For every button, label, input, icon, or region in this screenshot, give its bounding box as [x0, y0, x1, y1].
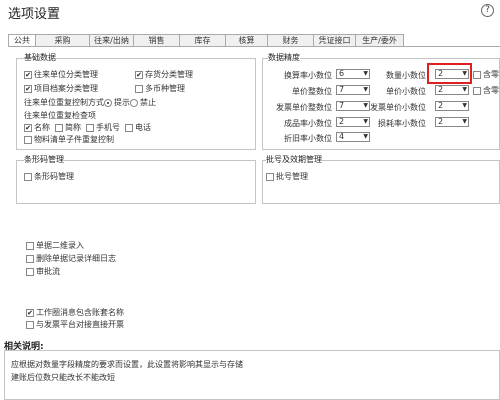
batch-title: 批号及效期管理	[266, 154, 322, 165]
barcode-title: 条形码管理	[24, 154, 64, 165]
checkbox-mobile[interactable]	[86, 124, 94, 132]
checkbox[interactable]	[135, 85, 143, 93]
checkbox[interactable]	[473, 71, 481, 79]
precision-title: 数据精度	[268, 52, 300, 63]
option-barcode[interactable]: 条形码管理	[24, 172, 74, 182]
checkbox-name[interactable]: ✔	[24, 124, 32, 132]
checkbox[interactable]: ✔	[24, 85, 32, 93]
option-include-zero-1[interactable]: 含零	[473, 70, 499, 80]
checkbox[interactable]	[266, 173, 274, 181]
radio-forbid[interactable]	[130, 99, 138, 107]
dropdown-arrow-icon: ▼	[462, 102, 467, 109]
highlight-box	[427, 63, 472, 84]
checkbox[interactable]	[26, 255, 34, 263]
select-price-decimals[interactable]: 2 ▼	[435, 85, 469, 95]
option-batch[interactable]: 批号管理	[266, 172, 308, 182]
select-invoice-price-decimals[interactable]: 2 ▼	[435, 101, 469, 111]
checkbox[interactable]	[24, 173, 32, 181]
dropdown-arrow-icon: ▼	[462, 118, 467, 125]
checkbox[interactable]	[26, 268, 34, 276]
checkbox-phone[interactable]	[125, 124, 133, 132]
duplicate-control-mode: 往来单位重复控制方式 提示 禁止	[24, 98, 156, 107]
select-depreciation-decimals[interactable]: 4 ▼	[336, 132, 370, 142]
label-depreciation-decimals: 折旧率小数位	[284, 134, 332, 143]
label-loss-decimals: 损耗率小数位	[378, 119, 426, 128]
label-quantity-decimals: 数量小数位	[386, 71, 426, 80]
checkbox[interactable]	[473, 87, 481, 95]
label-invoice-price-integer: 发票单价整数位	[276, 103, 332, 112]
window-title: 选项设置	[8, 7, 61, 22]
option-include-zero-2[interactable]: 含零	[473, 86, 499, 96]
option-2d-entry[interactable]: 单据二维录入	[26, 241, 84, 251]
option-customer-category[interactable]: ✔ 往来单位分类管理	[24, 70, 98, 80]
duplicate-check-label: 往来单位重复检查项	[24, 111, 96, 120]
checkbox[interactable]	[26, 321, 34, 329]
option-invoice-platform[interactable]: 与发票平台对接直接开票	[26, 320, 124, 330]
title-bar: 选项设置 ?	[0, 0, 500, 22]
option-multi-currency[interactable]: 多币种管理	[135, 84, 185, 94]
basic-data-title: 基础数据	[24, 52, 56, 63]
barcode-panel	[16, 160, 256, 204]
option-bom-duplicate[interactable]: 物料清单子件重复控制	[24, 135, 114, 145]
checkbox[interactable]	[26, 242, 34, 250]
checkbox[interactable]	[24, 136, 32, 144]
description-line-1: 应根据对数量字段精度的要求而设置，此设置将影响其显示与存储	[11, 360, 243, 369]
option-delete-log[interactable]: 删除单据记录详细日志	[26, 254, 116, 264]
dropdown-arrow-icon: ▼	[462, 86, 467, 93]
checkbox[interactable]: ✔	[24, 71, 32, 79]
description-box: 应根据对数量字段精度的要求而设置，此设置将影响其显示与存储 建账后位数只能改长不…	[4, 350, 500, 400]
option-project-category[interactable]: ✔ 项目档案分类管理	[24, 84, 98, 94]
checkbox-short-name[interactable]	[55, 124, 63, 132]
checkbox[interactable]: ✔	[135, 71, 143, 79]
description-line-2: 建账后位数只能改长不能改短	[11, 373, 115, 382]
radio-prompt[interactable]	[104, 99, 112, 107]
dropdown-arrow-icon: ▼	[363, 133, 368, 140]
option-item-category[interactable]: ✔ 存货分类管理	[135, 70, 193, 80]
label-price-integer: 单价整数位	[292, 87, 332, 96]
help-icon[interactable]: ?	[481, 4, 494, 17]
select-loss-decimals[interactable]: 2 ▼	[435, 117, 469, 127]
batch-panel	[262, 160, 500, 204]
label-invoice-price-decimals: 发票单价小数位	[370, 103, 426, 112]
option-workcircle-account-name[interactable]: ✔ 工作圈消息包含账套名称	[26, 308, 124, 318]
duplicate-check-options: ✔ 名称 简称 手机号 电话	[24, 123, 151, 132]
label-price-decimals: 单价小数位	[386, 87, 426, 96]
option-approval-flow[interactable]: 审批流	[26, 267, 60, 277]
tab-divider	[8, 46, 500, 47]
label-yield-decimals: 成品率小数位	[284, 119, 332, 128]
checkbox[interactable]: ✔	[26, 309, 34, 317]
label-conversion-decimals: 换算率小数位	[284, 71, 332, 80]
